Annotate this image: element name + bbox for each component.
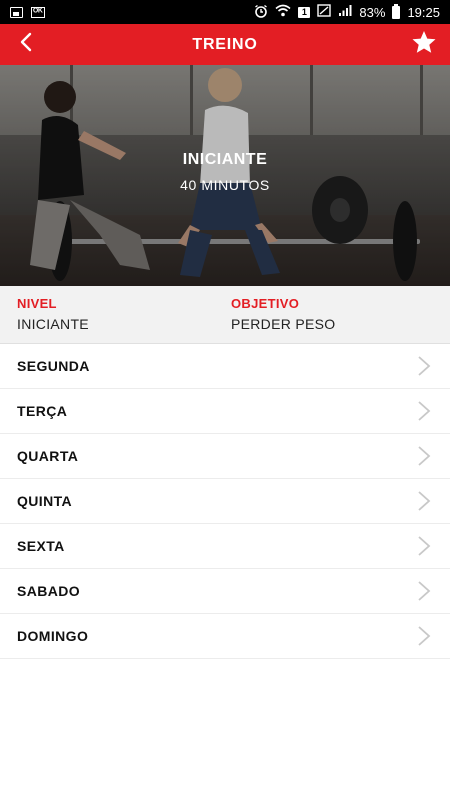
status-bar: ᴼᴷ 1 83% 19:25 — [0, 0, 450, 24]
signal-icon — [338, 4, 352, 20]
chevron-right-icon — [416, 535, 432, 557]
workout-info: NIVEL INICIANTE OBJETIVO PERDER PESO — [0, 286, 450, 344]
chevron-right-icon — [416, 625, 432, 647]
objetivo-value: PERDER PESO — [231, 316, 336, 332]
nivel-value: INICIANTE — [17, 316, 89, 332]
alarm-icon — [254, 4, 268, 21]
wifi-icon — [275, 4, 291, 20]
day-label: DOMINGO — [17, 628, 89, 644]
day-row-quinta[interactable]: QUINTA — [0, 479, 450, 524]
star-icon — [411, 30, 437, 60]
chevron-right-icon — [416, 355, 432, 377]
day-row-domingo[interactable]: DOMINGO — [0, 614, 450, 659]
back-chevron-icon — [19, 32, 33, 57]
objetivo-block: OBJETIVO PERDER PESO — [231, 296, 335, 332]
nivel-label: NIVEL — [17, 296, 57, 311]
chevron-right-icon — [416, 490, 432, 512]
battery-percent: 83% — [359, 4, 386, 20]
day-row-terca[interactable]: TERÇA — [0, 389, 450, 434]
day-label: TERÇA — [17, 403, 68, 419]
status-left: ᴼᴷ — [10, 6, 45, 18]
hero-text: INICIANTE 40 MINUTOS — [0, 151, 450, 193]
chevron-right-icon — [416, 580, 432, 602]
day-row-quarta[interactable]: QUARTA — [0, 434, 450, 479]
key-icon: ᴼᴷ — [31, 6, 45, 18]
sim-icon: 1 — [298, 6, 311, 18]
chevron-right-icon — [416, 445, 432, 467]
status-right: 1 83% 19:25 — [254, 3, 440, 21]
hero-title: INICIANTE — [182, 151, 268, 168]
hero-banner: INICIANTE 40 MINUTOS — [0, 65, 450, 286]
day-row-segunda[interactable]: SEGUNDA — [0, 344, 450, 389]
day-row-sabado[interactable]: SABADO — [0, 569, 450, 614]
objetivo-label: OBJETIVO — [231, 296, 300, 311]
favorite-button[interactable] — [404, 24, 444, 65]
hero-duration: 40 MINUTOS — [180, 177, 270, 193]
battery-icon — [392, 3, 401, 19]
day-list: SEGUNDA TERÇA QUARTA QUINTA SEXTA SABADO… — [0, 344, 450, 659]
page-title: TREINO — [192, 35, 258, 53]
nivel-block: NIVEL INICIANTE — [17, 296, 89, 332]
clock-time: 19:25 — [407, 4, 440, 20]
gallery-icon — [10, 6, 23, 18]
day-label: SABADO — [17, 583, 81, 599]
day-label: SEGUNDA — [17, 358, 90, 374]
day-row-sexta[interactable]: SEXTA — [0, 524, 450, 569]
chevron-right-icon — [416, 400, 432, 422]
back-button[interactable] — [8, 24, 44, 65]
app-header: TREINO — [0, 24, 450, 65]
day-label: QUINTA — [17, 493, 73, 509]
day-label: QUARTA — [17, 448, 79, 464]
day-label: SEXTA — [17, 538, 65, 554]
screen-icon — [317, 4, 332, 20]
